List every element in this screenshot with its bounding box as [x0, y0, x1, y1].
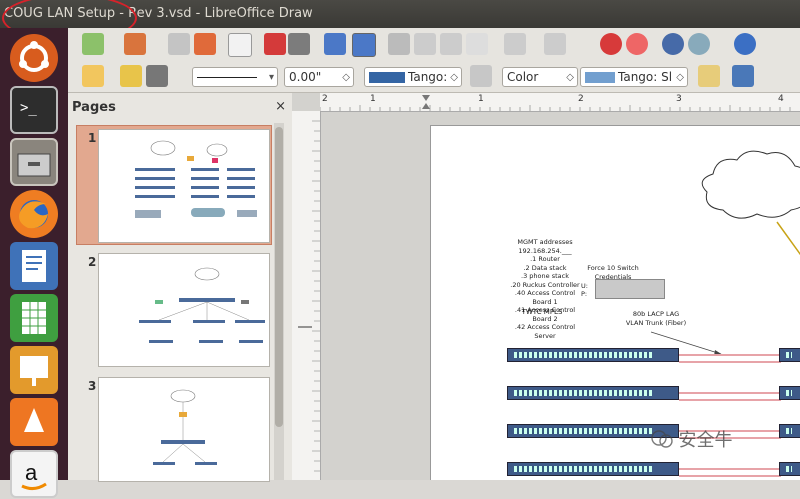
- line-style-icon[interactable]: [120, 65, 142, 87]
- arrange-icon[interactable]: [732, 65, 754, 87]
- switch-right-4[interactable]: [779, 462, 800, 476]
- calc-icon[interactable]: [10, 294, 58, 342]
- vertical-ruler: [292, 111, 321, 480]
- line-style-select[interactable]: ▾: [192, 67, 278, 87]
- zoom-icon[interactable]: [688, 33, 710, 55]
- line-width-field[interactable]: 0.00" ◇: [284, 67, 354, 87]
- switch-2[interactable]: [507, 386, 679, 400]
- select-icon[interactable]: [82, 65, 104, 87]
- save-icon[interactable]: [168, 33, 190, 55]
- chart-icon[interactable]: [600, 33, 622, 55]
- page-number: 3: [88, 379, 97, 393]
- credentials-redacted-box: [595, 279, 665, 299]
- force10-pass-label: P:: [581, 290, 588, 298]
- export-pdf-icon[interactable]: [264, 33, 286, 55]
- impress-icon[interactable]: [10, 346, 58, 394]
- export-icon[interactable]: [194, 33, 216, 55]
- mgmt-addresses: MGMT addresses 192.168.254.___ .1 Router .2…: [510, 238, 580, 340]
- hyperlink-icon[interactable]: [626, 33, 648, 55]
- line-arrow-icon[interactable]: [146, 65, 168, 87]
- paste-icon[interactable]: [440, 33, 462, 55]
- clone-formatting-icon[interactable]: [466, 33, 488, 55]
- standard-toolbar: [68, 28, 800, 60]
- pages-scrollbar[interactable]: [274, 123, 284, 480]
- navigator-icon[interactable]: [662, 33, 684, 55]
- switch-1[interactable]: [507, 348, 679, 362]
- switch-4[interactable]: [507, 462, 679, 476]
- page-thumbnail-1[interactable]: [98, 129, 270, 243]
- cut-icon[interactable]: [388, 33, 410, 55]
- print-icon[interactable]: [288, 33, 310, 55]
- close-icon[interactable]: ×: [275, 99, 286, 114]
- autospellcheck-icon[interactable]: [352, 33, 376, 57]
- drawing-canvas[interactable]: 2 1 1 2 3 4 TWTC MPLS MGMT addresses 192.…: [292, 93, 800, 480]
- shadow-icon[interactable]: [698, 65, 720, 87]
- page-number: 2: [88, 255, 97, 269]
- terminal-icon[interactable]: >_: [10, 86, 58, 134]
- drawing-page[interactable]: TWTC MPLS MGMT addresses 192.168.254.___.…: [430, 125, 800, 480]
- unity-launcher: >_ a: [0, 28, 68, 498]
- page-number: 1: [88, 131, 97, 145]
- line-color-select[interactable]: Tango: ◇: [364, 67, 462, 87]
- pages-panel: Pages × 1 2 3: [68, 93, 293, 482]
- horizontal-ruler: 2 1 1 2 3 4: [319, 93, 800, 112]
- undo-icon[interactable]: [504, 33, 526, 55]
- software-center-icon[interactable]: [10, 398, 58, 446]
- page-thumbnail-3[interactable]: [98, 377, 270, 482]
- writer-icon[interactable]: [10, 242, 58, 290]
- wechat-watermark: 安全牛: [650, 426, 732, 452]
- wechat-icon: [651, 430, 673, 448]
- ubuntu-logo-icon[interactable]: [10, 34, 58, 82]
- open-icon[interactable]: [124, 33, 146, 55]
- amazon-icon[interactable]: a: [10, 450, 58, 498]
- svg-text:a: a: [25, 460, 38, 485]
- line-fill-toolbar: ▾ 0.00" ◇ Tango: ◇ Color ◇ Tango: Sl ◇: [68, 60, 800, 93]
- pages-scrollbar-thumb[interactable]: [275, 127, 283, 427]
- switch-right-1[interactable]: [779, 348, 800, 362]
- firefox-icon[interactable]: [10, 190, 58, 238]
- area-color-select[interactable]: Tango: Sl ◇: [580, 67, 688, 87]
- redo-icon[interactable]: [544, 33, 566, 55]
- lag-label: 80b LACP LAG VLAN Trunk (Fiber): [625, 310, 687, 327]
- switch-right-2[interactable]: [779, 386, 800, 400]
- svg-text:>_: >_: [20, 100, 37, 116]
- new-icon[interactable]: [82, 33, 104, 55]
- area-style-select[interactable]: Color ◇: [502, 67, 578, 87]
- switch-right-3[interactable]: [779, 424, 800, 438]
- area-icon[interactable]: [470, 65, 492, 87]
- copy-icon[interactable]: [414, 33, 436, 55]
- file-manager-icon[interactable]: [10, 138, 58, 186]
- pages-panel-title: Pages: [72, 100, 116, 115]
- help-icon[interactable]: [734, 33, 756, 55]
- watermark-text: 安全牛: [678, 430, 733, 451]
- page-thumbnail-2[interactable]: [98, 253, 270, 367]
- edit-mode-icon[interactable]: [228, 33, 252, 57]
- spellcheck-icon[interactable]: [324, 33, 346, 55]
